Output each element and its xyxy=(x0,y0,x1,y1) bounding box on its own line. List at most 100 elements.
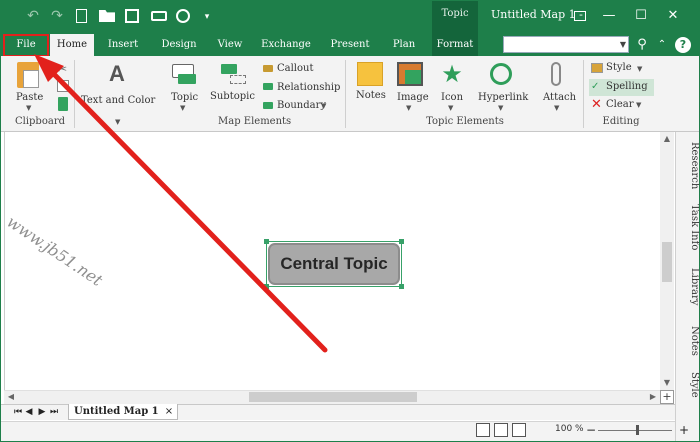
last-sheet-icon[interactable]: ⏭ xyxy=(49,405,59,419)
tab-insert[interactable]: Insert xyxy=(98,34,148,56)
hyperlink-dropdown-icon[interactable]: ▼ xyxy=(498,104,503,112)
spelling-label[interactable]: Spelling xyxy=(606,81,648,92)
selection-handle[interactable] xyxy=(264,239,269,244)
zoom-slider-track[interactable] xyxy=(598,430,672,431)
topic-label[interactable]: Topic xyxy=(171,92,198,103)
relationship-icon[interactable] xyxy=(263,83,273,90)
first-sheet-icon[interactable]: ⏮ xyxy=(13,405,23,419)
side-tab-library[interactable]: Library xyxy=(676,268,700,312)
horizontal-scroll-thumb[interactable] xyxy=(249,392,417,402)
boundary-dropdown-icon[interactable]: ▼ xyxy=(321,102,326,110)
format-painter-icon[interactable] xyxy=(58,97,68,111)
tab-exchange[interactable]: Exchange xyxy=(256,34,316,56)
tab-plan[interactable]: Plan xyxy=(384,34,424,56)
side-tab-research[interactable]: Research xyxy=(676,142,700,190)
topic-context-tab: Topic xyxy=(432,0,478,34)
tab-present[interactable]: Present xyxy=(322,34,378,56)
side-tab-style[interactable]: Style xyxy=(676,372,700,404)
help-icon[interactable]: ? xyxy=(675,37,691,53)
central-topic[interactable]: Central Topic xyxy=(268,243,400,285)
tab-design[interactable]: Design xyxy=(154,34,204,56)
previous-sheet-icon[interactable]: ◀ xyxy=(24,405,34,419)
callout-label[interactable]: Callout xyxy=(277,63,314,74)
scroll-right-icon[interactable]: ▶ xyxy=(648,392,658,401)
paste-sheet-icon xyxy=(23,70,39,88)
customize-quick-access-icon[interactable]: ▾ xyxy=(198,8,216,26)
search-icon[interactable]: ⚲ xyxy=(634,35,650,55)
add-sheet-icon[interactable]: + xyxy=(660,390,674,404)
icon-label[interactable]: Icon xyxy=(441,92,463,103)
icon-dropdown-icon[interactable]: ▼ xyxy=(448,104,453,112)
search-input[interactable] xyxy=(503,36,629,53)
topic-dropdown-icon[interactable]: ▼ xyxy=(180,104,185,112)
selection-handle[interactable] xyxy=(399,239,404,244)
attach-paperclip-icon[interactable] xyxy=(551,62,561,86)
tab-home[interactable]: Home xyxy=(50,34,94,56)
paste-dropdown-icon[interactable]: ▼ xyxy=(26,104,31,112)
image-dropdown-icon[interactable]: ▼ xyxy=(406,104,411,112)
tab-view[interactable]: View xyxy=(210,34,250,56)
callout-icon[interactable] xyxy=(263,65,273,72)
side-tab-task-info[interactable]: Task Info xyxy=(676,204,700,254)
boundary-label[interactable]: Boundary xyxy=(277,100,326,111)
selection-handle[interactable] xyxy=(399,284,404,289)
next-sheet-icon[interactable]: ▶ xyxy=(37,405,47,419)
zoom-slider-thumb[interactable] xyxy=(636,425,639,435)
notes-icon[interactable] xyxy=(357,62,383,86)
clear-x-icon[interactable]: ✕ xyxy=(591,98,604,111)
style-dropdown-icon[interactable]: ▼ xyxy=(637,65,642,73)
style-label[interactable]: Style xyxy=(606,62,632,73)
redo-icon[interactable]: ↷ xyxy=(48,7,66,25)
clear-label[interactable]: Clear xyxy=(606,99,634,110)
attach-label[interactable]: Attach xyxy=(543,92,576,103)
undo-icon[interactable]: ↶ xyxy=(24,7,42,25)
minimize-button[interactable]: — xyxy=(598,6,620,26)
notes-label[interactable]: Notes xyxy=(356,90,386,101)
help-window-icon[interactable] xyxy=(574,11,586,21)
relationship-label[interactable]: Relationship xyxy=(277,82,340,93)
side-tab-notes[interactable]: Notes xyxy=(676,326,700,360)
ribbon-separator xyxy=(583,60,584,128)
close-document-tab-icon[interactable]: × xyxy=(164,405,174,419)
scroll-left-icon[interactable]: ◀ xyxy=(6,392,16,401)
subtopic-icon[interactable] xyxy=(221,64,237,74)
selection-handle[interactable] xyxy=(264,284,269,289)
tab-format[interactable]: Format xyxy=(432,34,478,56)
clear-dropdown-icon[interactable]: ▼ xyxy=(636,101,641,109)
cut-icon[interactable]: ✂ xyxy=(57,62,69,76)
vertical-scroll-thumb[interactable] xyxy=(662,242,672,282)
text-format-icon[interactable]: A xyxy=(107,62,127,86)
topic-elements-group-label: Topic Elements xyxy=(426,116,504,127)
fit-selection-icon[interactable] xyxy=(494,423,508,437)
subtopic-label[interactable]: Subtopic xyxy=(210,91,255,102)
spelling-check-icon[interactable]: ✓ xyxy=(591,81,605,93)
image-label[interactable]: Image xyxy=(397,92,429,103)
maximize-button[interactable]: ☐ xyxy=(630,6,652,26)
boundary-icon[interactable] xyxy=(263,102,273,109)
new-document-icon[interactable] xyxy=(76,9,87,23)
zoom-out-icon[interactable]: − xyxy=(586,423,596,437)
text-and-color-label[interactable]: Text and Color xyxy=(81,95,155,106)
document-tab[interactable]: Untitled Map 1 xyxy=(68,404,178,420)
scroll-down-icon[interactable]: ▼ xyxy=(660,378,674,387)
copy-icon[interactable] xyxy=(57,80,69,92)
icon-star-icon[interactable]: ★ xyxy=(439,61,465,87)
map-elements-group-label: Map Elements xyxy=(218,116,292,127)
ribbon-separator xyxy=(74,60,75,128)
scroll-up-icon[interactable]: ▲ xyxy=(660,134,674,143)
print-icon[interactable] xyxy=(151,11,167,21)
text-and-color-dropdown-icon[interactable]: ▼ xyxy=(115,118,120,126)
search-dropdown-icon[interactable]: ▼ xyxy=(617,36,629,53)
save-icon[interactable] xyxy=(125,9,139,23)
zoom-level: 100 % xyxy=(555,424,584,434)
fit-map-icon[interactable] xyxy=(476,423,490,437)
hyperlink-label[interactable]: Hyperlink xyxy=(478,92,528,103)
outline-view-icon[interactable] xyxy=(512,423,526,437)
zoom-in-icon[interactable]: + xyxy=(679,423,689,437)
close-window-button[interactable]: ✕ xyxy=(662,6,684,26)
attach-dropdown-icon[interactable]: ▼ xyxy=(554,104,559,112)
style-icon[interactable] xyxy=(591,63,603,73)
collapse-ribbon-icon[interactable]: ⌃ xyxy=(655,35,669,55)
hyperlink-icon[interactable] xyxy=(490,63,512,85)
print-preview-icon[interactable] xyxy=(176,9,190,23)
